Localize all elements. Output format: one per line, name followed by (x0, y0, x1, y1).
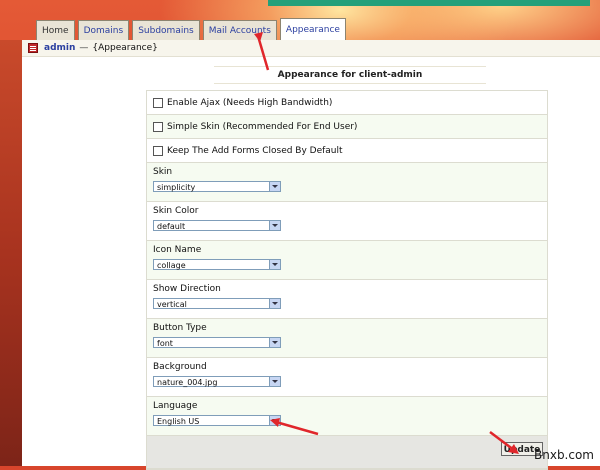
left-background-edge (0, 40, 22, 466)
watermark-text: Bnxb.com (534, 448, 594, 462)
chevron-down-icon[interactable] (269, 299, 280, 308)
chevron-down-icon[interactable] (269, 377, 280, 386)
simple-skin-label: Simple Skin (Recommended For End User) (167, 121, 358, 132)
skin-color-label: Skin Color (153, 206, 199, 216)
skin-color-value: default (157, 222, 186, 231)
background-label: Background (153, 362, 207, 372)
skin-color-row: Skin Color default (147, 202, 547, 241)
language-select[interactable]: English US (153, 415, 281, 426)
show-direction-select[interactable]: vertical (153, 298, 281, 309)
annotation-arrow-update (489, 431, 519, 454)
keep-forms-closed-row: Keep The Add Forms Closed By Default (147, 139, 547, 163)
simple-skin-checkbox[interactable] (153, 121, 163, 132)
show-direction-value: vertical (157, 300, 187, 309)
skin-value: simplicity (157, 183, 196, 192)
tab-subdomains[interactable]: Subdomains (132, 20, 200, 40)
button-type-value: font (157, 339, 173, 348)
show-direction-label: Show Direction (153, 284, 221, 294)
top-accent-strip (268, 0, 590, 6)
keep-forms-closed-label: Keep The Add Forms Closed By Default (167, 145, 343, 156)
tab-appearance[interactable]: Appearance (279, 18, 346, 40)
icon-name-row: Icon Name collage (147, 241, 547, 280)
skin-color-select[interactable]: default (153, 220, 281, 231)
icon-name-select[interactable]: collage (153, 259, 281, 270)
keep-forms-closed-checkbox[interactable] (153, 145, 163, 156)
tab-home[interactable]: Home (36, 20, 75, 40)
icon-name-value: collage (157, 261, 186, 270)
annotation-arrow-language (270, 418, 319, 436)
appearance-form: Enable Ajax (Needs High Bandwidth) Simpl… (146, 90, 548, 470)
background-select[interactable]: nature_004.jpg (153, 376, 281, 387)
background-value: nature_004.jpg (157, 378, 218, 387)
chevron-down-icon[interactable] (269, 182, 280, 191)
annotation-arrow-tab (254, 32, 270, 71)
button-type-label: Button Type (153, 323, 207, 333)
breadcrumb: admin — {Appearance} (22, 40, 600, 57)
appearance-icon (28, 43, 38, 53)
button-type-select[interactable]: font (153, 337, 281, 348)
skin-row: Skin simplicity (147, 163, 547, 202)
language-label: Language (153, 401, 198, 411)
icon-name-label: Icon Name (153, 245, 202, 255)
skin-select[interactable]: simplicity (153, 181, 281, 192)
chevron-down-icon[interactable] (269, 338, 280, 347)
tab-bar: Home Domains Subdomains Mail Accounts Ap… (36, 18, 349, 40)
chevron-down-icon[interactable] (269, 221, 280, 230)
button-type-row: Button Type font (147, 319, 547, 358)
language-value: English US (157, 417, 200, 426)
tab-domains[interactable]: Domains (77, 20, 130, 40)
breadcrumb-separator: — (79, 43, 89, 53)
ajax-row: Enable Ajax (Needs High Bandwidth) (147, 91, 547, 115)
main-content: admin — {Appearance} Appearance for clie… (22, 40, 600, 470)
show-direction-row: Show Direction vertical (147, 280, 547, 319)
ajax-label: Enable Ajax (Needs High Bandwidth) (167, 97, 333, 108)
skin-label: Skin (153, 167, 173, 177)
background-row: Background nature_004.jpg (147, 358, 547, 397)
breadcrumb-section: {Appearance} (92, 43, 158, 53)
chevron-down-icon[interactable] (269, 260, 280, 269)
ajax-checkbox[interactable] (153, 97, 163, 108)
breadcrumb-user-link[interactable]: admin (44, 43, 75, 53)
simple-skin-row: Simple Skin (Recommended For End User) (147, 115, 547, 139)
